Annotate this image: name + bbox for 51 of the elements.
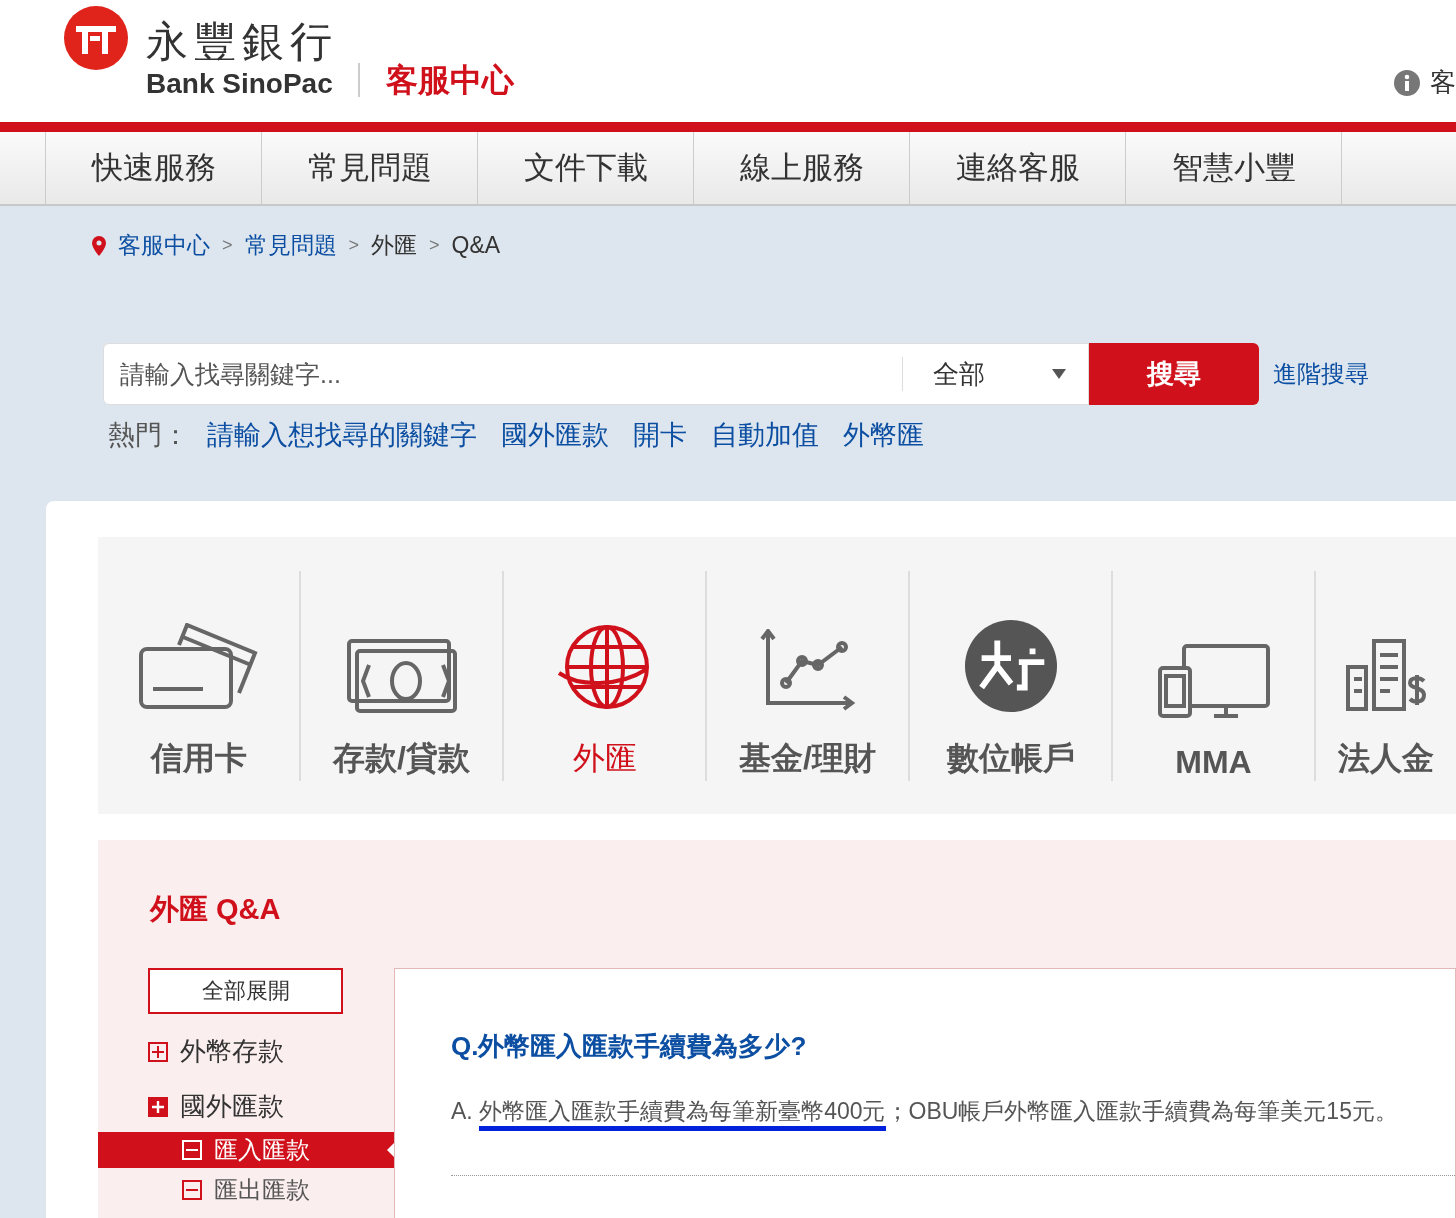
minus-box-icon [182,1140,202,1160]
category-tab[interactable]: 存款/貸款 [301,570,504,781]
hot-keyword-link[interactable]: 自動加值 [711,417,819,453]
location-pin-icon [92,235,106,256]
menu-item[interactable]: 國外匯款 [180,1089,284,1124]
hot-keyword-link[interactable]: 開卡 [633,417,687,453]
hot-keyword-link[interactable]: 外幣匯 [843,417,924,453]
tablet-and-monitor-icon [1157,643,1270,720]
breadcrumb-separator: > [222,235,233,256]
hot-label: 熱門： [108,419,189,452]
bank-logo-icon [64,6,128,70]
building-dollar-icon [1344,636,1428,713]
expand-all-button[interactable]: 全部展開 [148,968,343,1014]
nav-tab[interactable]: 快速服務 [45,132,261,204]
bank-name: 永豐銀行 [146,17,338,67]
info-icon [1394,69,1420,96]
nav-tab[interactable]: 文件下載 [477,132,693,204]
minus-box-icon [182,1180,202,1200]
breadcrumb-current-page: Q&A [451,232,501,259]
breadcrumb-separator: > [429,235,440,256]
breadcrumb-separator: > [348,235,360,256]
round-emblem-icon [963,618,1058,713]
menu-item[interactable]: 外幣存款 [180,1034,284,1069]
category-tab[interactable]: MMA [1113,570,1316,781]
nav-tab[interactable]: 連絡客服 [909,132,1125,204]
bank-name-english: Bank SinoPac [146,68,334,100]
search-field[interactable]: 請輸入找尋關鍵字... 全部 [103,343,1089,405]
scope-dropdown[interactable]: 全部 [902,357,1088,391]
category-tab[interactable]: 基金/理財 [707,570,910,781]
submenu-item[interactable]: 匯出匯款 [98,1172,394,1208]
submenu-item[interactable]: 匯入匯款 [98,1132,394,1168]
breadcrumb-current-page: 外匯 [371,231,418,260]
category-tab[interactable]: 信用卡 [98,570,301,781]
top-link[interactable]: 客 [1430,65,1456,100]
nav-tab[interactable]: 智慧小豐 [1125,132,1342,204]
category-tab[interactable]: 法人金 [1316,570,1456,781]
breadcrumb-link[interactable]: 常見問題 [244,230,337,261]
section-title: 外匯 Q&A [150,892,282,927]
nav-tab[interactable]: 常見問題 [261,132,477,204]
hot-keyword-link[interactable]: 請輸入想找尋的關鍵字 [207,417,477,453]
banknote-icon [346,638,457,713]
site-title: 客服中心 [358,63,514,97]
breadcrumb-link[interactable]: 客服中心 [118,230,210,261]
category-tab[interactable]: 外匯 [504,570,707,781]
hot-keyword-link[interactable]: 國外匯款 [501,417,609,453]
dropdown-caret-icon [1052,369,1066,379]
advanced-search-link[interactable]: 進階搜尋 [1273,358,1369,390]
search-button[interactable]: 搜尋 [1089,343,1259,405]
category-tab[interactable]: 數位帳戶 [910,570,1113,781]
question-title: Q.外幣匯入匯款手續費為多少? [451,1030,808,1063]
nav-tab[interactable]: 線上服務 [693,132,909,204]
